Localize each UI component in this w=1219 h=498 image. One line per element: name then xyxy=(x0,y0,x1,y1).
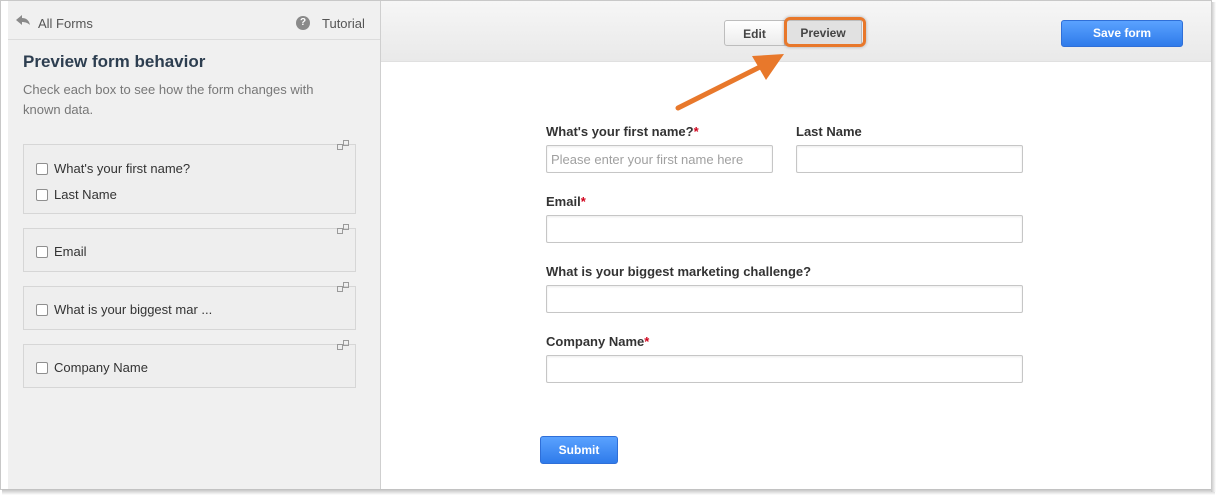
tutorial-link[interactable]: Tutorial xyxy=(322,16,365,31)
challenge-input[interactable] xyxy=(546,285,1023,313)
field-group: What's your first name? Last Name xyxy=(23,140,356,214)
annotation-arrow-icon xyxy=(675,54,784,111)
required-marker: * xyxy=(644,334,650,349)
first-name-label: What's your first name?* xyxy=(546,124,699,139)
company-input[interactable] xyxy=(546,355,1023,383)
company-label: Company Name* xyxy=(546,334,650,349)
field-group: Company Name xyxy=(23,340,356,388)
checkbox-label: Last Name xyxy=(54,187,117,202)
sidebar-header: All Forms ? Tutorial xyxy=(8,1,380,40)
link-group-icon[interactable] xyxy=(337,339,349,351)
sidebar: All Forms ? Tutorial Preview form behavi… xyxy=(8,1,381,489)
link-group-icon[interactable] xyxy=(337,281,349,293)
edit-tab[interactable]: Edit xyxy=(724,20,785,46)
back-arrow-icon[interactable] xyxy=(16,15,30,25)
required-marker: * xyxy=(580,194,586,209)
help-icon[interactable]: ? xyxy=(296,16,310,30)
first-name-input[interactable] xyxy=(546,145,773,173)
email-input[interactable] xyxy=(546,215,1023,243)
last-name-input[interactable] xyxy=(796,145,1023,173)
checkbox[interactable] xyxy=(36,163,48,175)
link-group-icon[interactable] xyxy=(337,223,349,235)
sidebar-title: Preview form behavior xyxy=(23,52,206,71)
submit-button[interactable]: Submit xyxy=(540,436,618,464)
checkbox[interactable] xyxy=(36,362,48,374)
toolbar: Edit Preview Save form xyxy=(381,1,1211,62)
save-form-button[interactable]: Save form xyxy=(1061,20,1183,47)
field-group: What is your biggest mar ... xyxy=(23,282,356,330)
field-group: Email xyxy=(23,224,356,272)
email-label: Email* xyxy=(546,194,586,209)
all-forms-link[interactable]: All Forms xyxy=(38,16,93,31)
challenge-label: What is your biggest marketing challenge… xyxy=(546,264,812,279)
checkbox[interactable] xyxy=(36,304,48,316)
checkbox[interactable] xyxy=(36,246,48,258)
sidebar-description: Check each box to see how the form chang… xyxy=(23,82,314,117)
link-group-icon[interactable] xyxy=(337,139,349,151)
checkbox-label: What's your first name? xyxy=(54,161,191,176)
window-shadow-right xyxy=(1211,2,1216,492)
checkbox-label: What is your biggest mar ... xyxy=(54,302,213,317)
required-marker: * xyxy=(693,124,699,139)
checkbox-label: Email xyxy=(54,244,87,259)
window-shadow xyxy=(2,489,1215,495)
last-name-label: Last Name xyxy=(796,124,862,139)
checkbox-label: Company Name xyxy=(54,360,148,375)
preview-highlight-annotation xyxy=(784,17,866,47)
checkbox[interactable] xyxy=(36,189,48,201)
